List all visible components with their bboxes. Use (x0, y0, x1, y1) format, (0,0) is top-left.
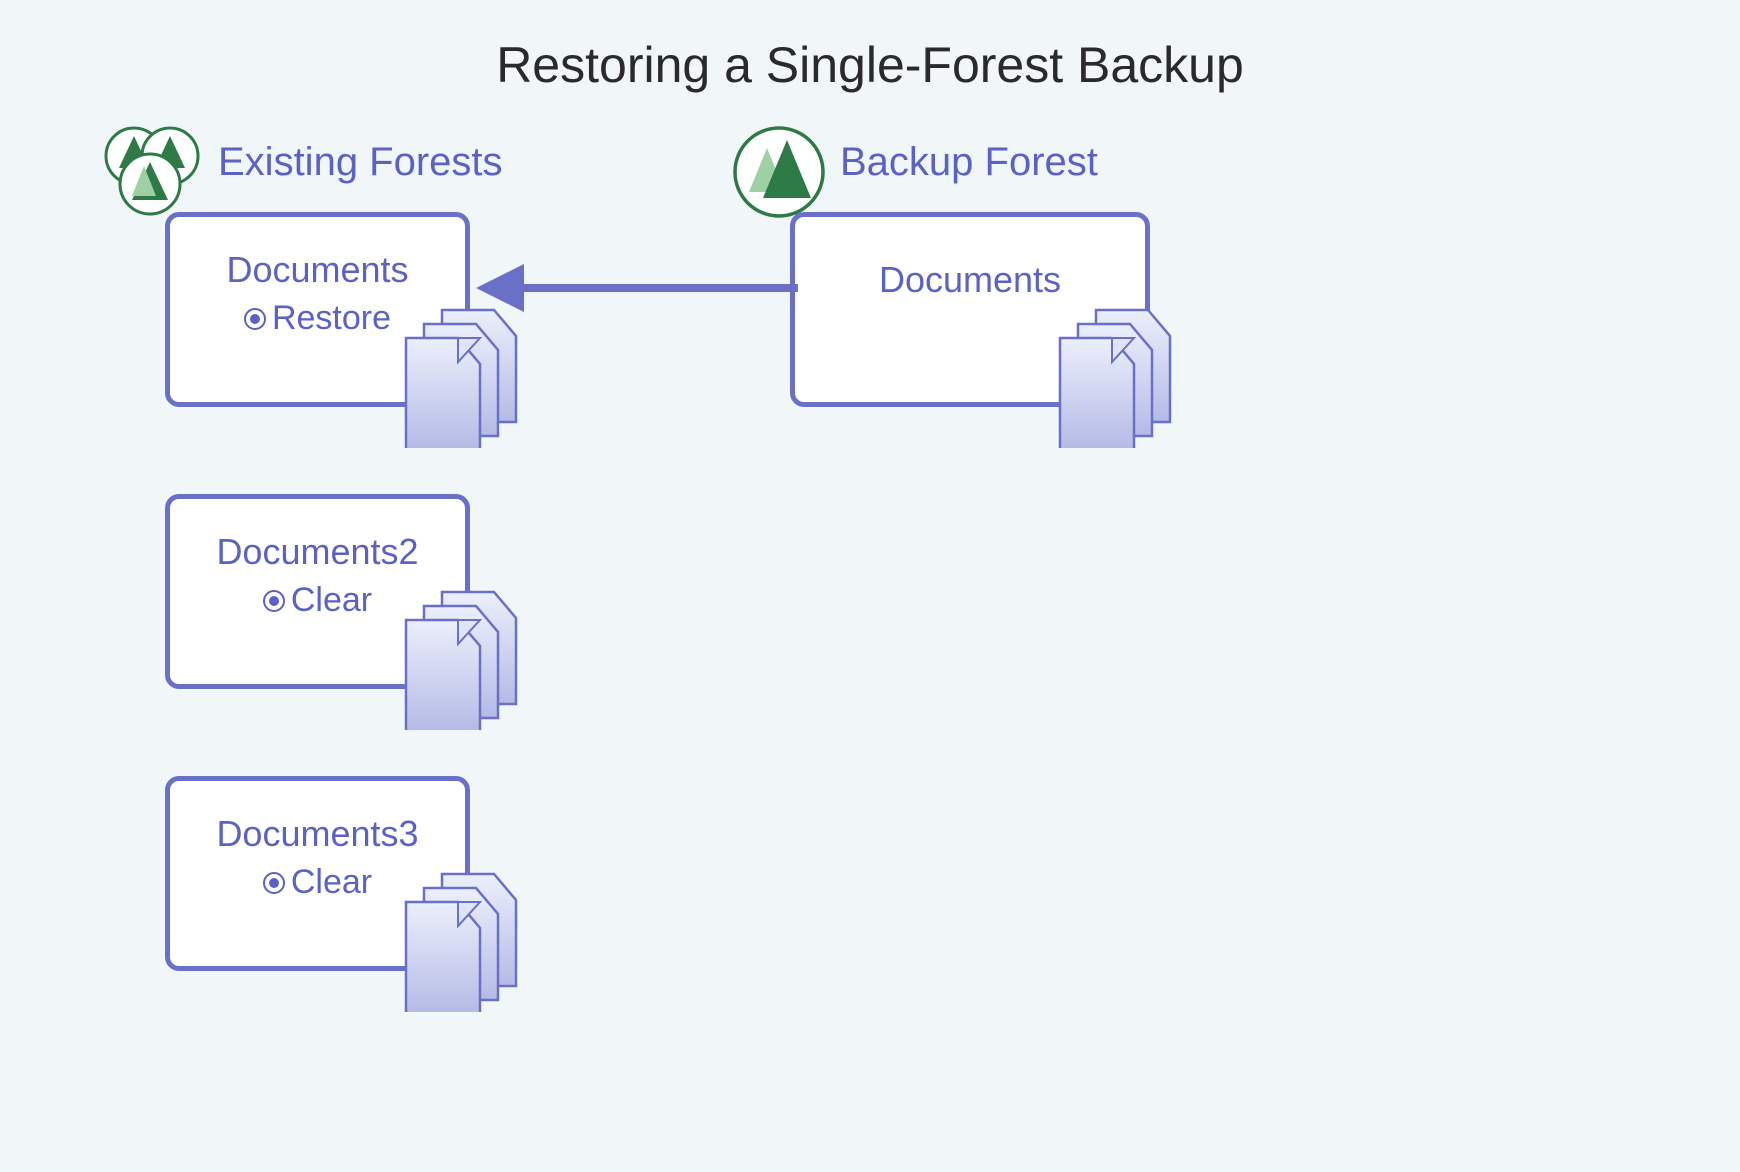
radio-label: Clear (291, 863, 372, 901)
forest-icon (731, 124, 827, 225)
existing-forests-label: Existing Forests (218, 140, 503, 185)
box-title: Documents (170, 249, 465, 291)
documents-icon (396, 590, 526, 735)
restore-arrow-icon (472, 258, 802, 323)
diagram-title: Restoring a Single-Forest Backup (0, 36, 1740, 94)
box-title: Documents (795, 259, 1145, 301)
diagram-canvas: Restoring a Single-Forest Backup Existin… (0, 0, 1740, 1172)
radio-label: Clear (291, 581, 372, 619)
box-title: Documents3 (170, 813, 465, 855)
documents-icon (396, 872, 526, 1017)
radio-dot-icon (263, 872, 285, 894)
radio-dot-icon (244, 308, 266, 330)
radio-dot-icon (263, 590, 285, 612)
documents-icon (396, 308, 526, 453)
radio-label: Restore (272, 299, 391, 337)
box-title: Documents2 (170, 531, 465, 573)
backup-forest-label: Backup Forest (840, 140, 1098, 185)
documents-icon (1050, 308, 1180, 453)
